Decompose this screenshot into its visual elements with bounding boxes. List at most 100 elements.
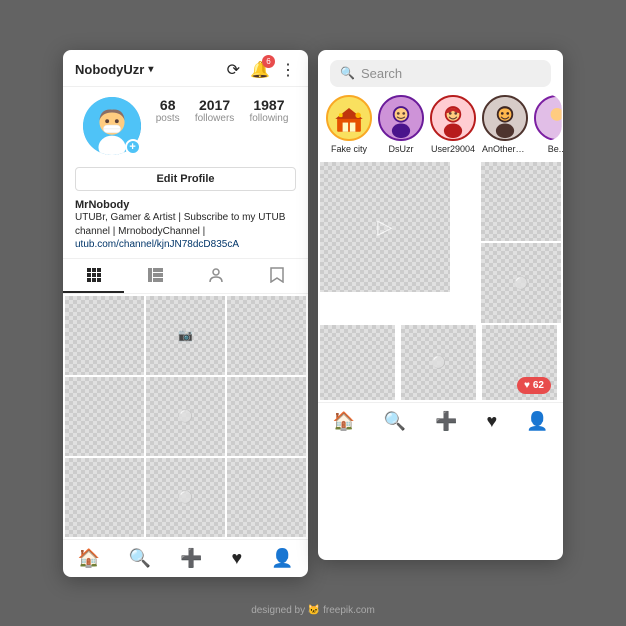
avatar-wrapper: +	[83, 97, 141, 155]
avatar-area: +	[83, 97, 141, 155]
story-label: Fake city	[331, 144, 367, 154]
followers-label: followers	[195, 113, 234, 124]
notification-badge: 6	[262, 55, 275, 68]
photo-cell[interactable]	[65, 296, 144, 375]
following-stat: 1987 following	[249, 97, 288, 124]
photo-cell[interactable]	[227, 377, 306, 456]
story-item[interactable]: AnOtherYouser	[482, 95, 528, 154]
photo-cell[interactable]: ⚪	[146, 458, 225, 537]
followers-stat: 2017 followers	[195, 97, 234, 124]
story-avatar-svg	[432, 95, 474, 141]
photo-cell[interactable]: ⚪	[146, 377, 225, 456]
nav-add-icon[interactable]: ➕	[435, 411, 457, 432]
photo-cell[interactable]	[227, 458, 306, 537]
story-item[interactable]: User29004	[430, 95, 476, 154]
photo-grid: 📷 ⚪ ⚪	[63, 294, 308, 539]
nav-search-icon[interactable]: 🔍	[384, 411, 406, 432]
profile-stats-row: + 68 posts 2017 followers 1987 following	[63, 87, 308, 161]
history-icon[interactable]: ⟳	[227, 60, 240, 80]
story-label: User29004	[431, 144, 475, 154]
play-icon: ▷	[377, 214, 392, 239]
story-item[interactable]: DsUzr	[378, 95, 424, 154]
following-count: 1987	[249, 97, 288, 113]
profile-bio: MrNobody UTUBr, Gamer & Artist | Subscri…	[63, 197, 308, 258]
content-grid-bottom: ⚪ ♥ 62	[318, 323, 563, 402]
profile-header: NobodyUzr ▾ ⟳ 🔔 6 ⋮	[63, 50, 308, 87]
tab-grid[interactable]	[63, 259, 124, 293]
following-label: following	[249, 113, 288, 124]
bio-link[interactable]: utub.com/channel/kjnJN78dcD835cA	[75, 239, 296, 250]
heart-icon: ♥	[524, 380, 530, 391]
story-avatar	[534, 95, 563, 141]
story-avatar-svg	[484, 95, 526, 141]
dropdown-arrow[interactable]: ▾	[148, 64, 153, 75]
photo-dot: ⚪	[431, 355, 446, 369]
nav-profile-icon[interactable]: 👤	[271, 548, 293, 569]
watermark: designed by 🐱 freepik.com	[251, 605, 375, 616]
photo-dot: ⚪	[514, 276, 529, 290]
photo-cell[interactable]	[65, 458, 144, 537]
nav-home-icon[interactable]: 🏠	[332, 411, 354, 432]
search-icon: 🔍	[340, 66, 355, 80]
bio-text: UTUBr, Gamer & Artist | Subscribe to my …	[75, 211, 296, 239]
story-item[interactable]: Be...	[534, 95, 563, 154]
nav-profile-icon[interactable]: 👤	[526, 411, 548, 432]
content-cell-small[interactable]	[481, 162, 561, 242]
story-avatar	[326, 95, 372, 141]
nav-home-icon[interactable]: 🏠	[77, 548, 99, 569]
header-icons: ⟳ 🔔 6 ⋮	[227, 60, 296, 80]
tab-saved[interactable]	[247, 259, 308, 293]
bookmark-icon	[270, 267, 284, 283]
add-story-button[interactable]: +	[125, 139, 141, 155]
username-area[interactable]: NobodyUzr ▾	[75, 62, 153, 77]
tab-tagged[interactable]	[186, 259, 247, 293]
bio-name: MrNobody	[75, 199, 296, 211]
content-cell-small[interactable]: ⚪	[481, 243, 561, 323]
posts-stat: 68 posts	[156, 97, 180, 124]
edit-profile-button[interactable]: Edit Profile	[75, 167, 296, 191]
nav-add-icon[interactable]: ➕	[180, 548, 202, 569]
more-options-icon[interactable]: ⋮	[280, 60, 296, 80]
content-grid-top: ▷ ⚪	[318, 162, 563, 323]
story-label: AnOtherYouser	[482, 144, 528, 154]
nav-search-icon[interactable]: 🔍	[129, 548, 151, 569]
username-text: NobodyUzr	[75, 62, 144, 77]
photo-cell[interactable]: 📷	[146, 296, 225, 375]
profile-tabs	[63, 258, 308, 294]
right-phone: 🔍 Search	[318, 50, 563, 560]
story-label: Be...	[548, 144, 563, 154]
followers-count: 2017	[195, 97, 234, 113]
content-cells-small: ⚪	[481, 162, 561, 323]
search-placeholder: Search	[361, 66, 402, 81]
content-cell[interactable]	[320, 325, 395, 400]
story-item[interactable]: Fake city	[326, 95, 372, 154]
story-label: DsUzr	[389, 144, 414, 154]
like-badge: ♥ 62	[517, 377, 551, 394]
content-cell[interactable]: ⚪	[401, 325, 476, 400]
photo-cell[interactable]	[227, 296, 306, 375]
nav-heart-icon[interactable]: ♥	[486, 411, 497, 432]
posts-count: 68	[156, 97, 180, 113]
like-count: 62	[533, 380, 544, 391]
bottom-nav: 🏠 🔍 ➕ ♥ 👤	[63, 539, 308, 577]
bottom-nav-right: 🏠 🔍 ➕ ♥ 👤	[318, 402, 563, 440]
posts-label: posts	[156, 113, 180, 124]
story-avatar-svg	[328, 95, 370, 141]
notification-icon[interactable]: 🔔 6	[250, 60, 270, 80]
story-avatar-svg	[536, 95, 563, 141]
story-avatar	[378, 95, 424, 141]
photo-cell[interactable]	[65, 377, 144, 456]
nav-heart-icon[interactable]: ♥	[231, 548, 242, 569]
grid-icon	[86, 267, 102, 283]
search-bar[interactable]: 🔍 Search	[330, 60, 551, 87]
stories-row: Fake city	[318, 95, 563, 162]
content-cell-large[interactable]: ▷	[320, 162, 450, 292]
tab-list[interactable]	[124, 259, 185, 293]
left-phone: NobodyUzr ▾ ⟳ 🔔 6 ⋮	[63, 50, 308, 577]
person-icon	[208, 267, 224, 283]
story-avatar-svg	[380, 95, 422, 141]
content-cell-liked[interactable]: ♥ 62	[482, 325, 557, 400]
list-icon	[147, 267, 163, 283]
photo-icon: ⚪	[178, 490, 193, 504]
story-avatar	[430, 95, 476, 141]
